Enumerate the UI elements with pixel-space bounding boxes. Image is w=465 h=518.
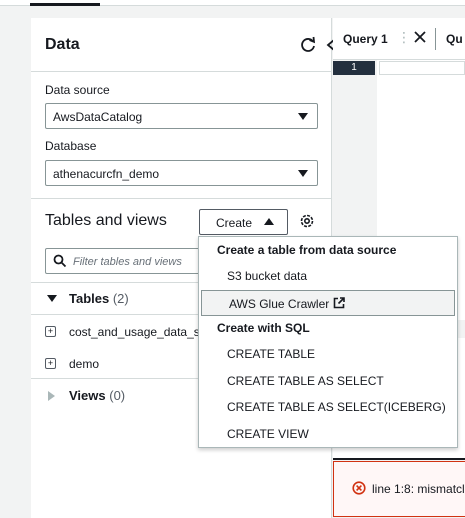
data-source-label: Data source xyxy=(45,83,110,97)
panel-title: Data xyxy=(45,36,80,53)
divider xyxy=(31,198,332,199)
menu-item-create-table[interactable]: CREATE TABLE xyxy=(200,341,456,367)
external-link-icon xyxy=(333,292,346,309)
run-bar xyxy=(333,458,465,460)
tables-and-views-title: Tables and views xyxy=(45,212,167,229)
error-icon xyxy=(352,481,366,495)
menu-item-create-table-as-select[interactable]: CREATE TABLE AS SELECT xyxy=(200,368,456,394)
top-strip xyxy=(0,0,465,6)
menu-item-s3-bucket-data[interactable]: S3 bucket data xyxy=(200,263,456,289)
views-label: Views (0) xyxy=(69,388,126,403)
caret-down-icon xyxy=(298,170,308,177)
expand-table-icon[interactable]: + xyxy=(45,326,56,337)
close-icon[interactable] xyxy=(413,28,427,46)
menu-item-aws-glue-crawler[interactable]: AWS Glue Crawler xyxy=(201,290,455,316)
menu-item-ctas-iceberg[interactable]: CREATE TABLE AS SELECT(ICEBERG) xyxy=(200,394,456,420)
data-source-value: AwsDataCatalog xyxy=(53,110,143,124)
error-banner: line 1:8: mismatcl xyxy=(333,461,465,517)
menu-group-from-data-source: Create a table from data source xyxy=(217,243,397,257)
query-tab-bar: Query 1 ⋮ Qu xyxy=(333,18,465,60)
settings-icon[interactable] xyxy=(299,213,315,229)
refresh-icon[interactable] xyxy=(299,35,317,55)
create-button-label: Create xyxy=(216,216,253,230)
expanded-caret-icon xyxy=(47,295,57,302)
tab-drag-handle-icon[interactable]: ⋮ xyxy=(397,29,411,46)
expand-table-icon[interactable]: + xyxy=(45,358,56,369)
filter-placeholder: Filter tables and views xyxy=(73,256,182,268)
table-name[interactable]: demo xyxy=(69,357,99,371)
create-dropdown-menu: Create a table from data source S3 bucke… xyxy=(198,236,458,448)
active-line[interactable] xyxy=(379,61,465,75)
tab-query-1[interactable]: Query 1 xyxy=(343,32,388,46)
error-message: line 1:8: mismatcl xyxy=(372,482,465,496)
caret-down-icon xyxy=(298,113,308,120)
menu-group-create-with-sql: Create with SQL xyxy=(217,321,310,335)
search-icon xyxy=(53,254,67,268)
data-source-select[interactable]: AwsDataCatalog xyxy=(45,103,318,129)
tables-label: Tables (2) xyxy=(69,291,129,306)
create-button[interactable]: Create xyxy=(199,209,288,235)
panel-header: Data xyxy=(31,18,335,72)
database-value: athenacurcfn_demo xyxy=(53,167,160,181)
line-number: 1 xyxy=(333,61,375,75)
active-tab-indicator xyxy=(30,3,100,6)
database-label: Database xyxy=(45,139,97,153)
caret-up-icon xyxy=(264,218,274,225)
menu-item-create-view[interactable]: CREATE VIEW xyxy=(200,421,456,447)
collapsed-caret-icon xyxy=(48,391,55,401)
table-name[interactable]: cost_and_usage_data_st xyxy=(69,325,203,339)
database-select[interactable]: athenacurcfn_demo xyxy=(45,160,318,186)
menu-item-glue-label: AWS Glue Crawler xyxy=(229,297,330,311)
tab-query-2[interactable]: Qu xyxy=(446,32,463,46)
tab-separator xyxy=(435,28,436,50)
